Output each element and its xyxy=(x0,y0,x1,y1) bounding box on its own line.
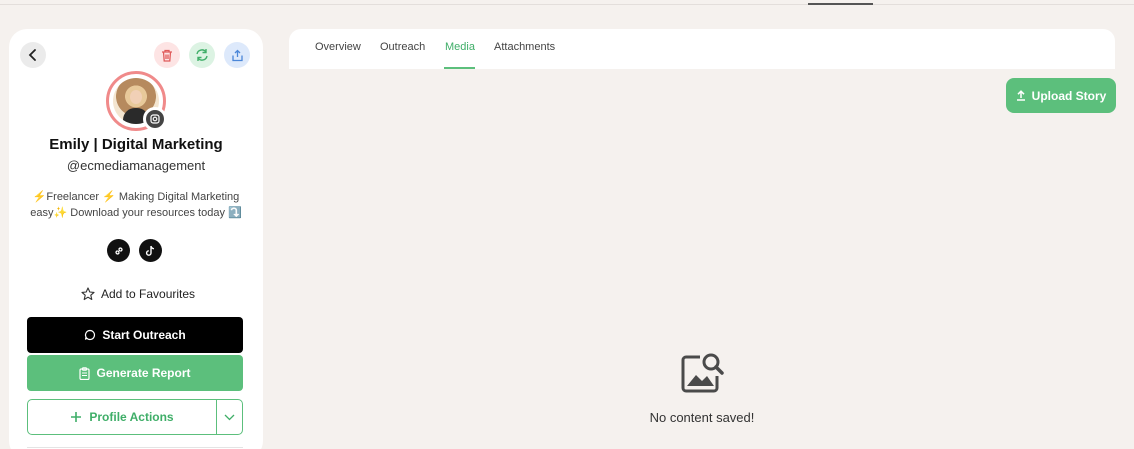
tab-outreach[interactable]: Outreach xyxy=(380,41,425,53)
upload-story-button[interactable]: Upload Story xyxy=(1006,78,1116,113)
trash-icon xyxy=(162,49,172,62)
start-outreach-label: Start Outreach xyxy=(102,328,186,342)
refresh-icon xyxy=(196,49,208,61)
link-icon[interactable] xyxy=(107,239,130,262)
instagram-icon xyxy=(143,107,167,131)
profile-actions-dropdown: Profile Actions xyxy=(27,399,243,435)
refresh-button[interactable] xyxy=(189,42,215,68)
add-to-favourites-button[interactable]: Add to Favourites xyxy=(81,287,195,301)
profile-actions-label: Profile Actions xyxy=(89,410,174,424)
favourite-label: Add to Favourites xyxy=(101,287,196,301)
profile-actions-toggle[interactable] xyxy=(216,400,242,434)
back-icon xyxy=(28,49,36,61)
upload-icon xyxy=(1016,90,1025,101)
profile-name: Emily | Digital Marketing xyxy=(49,136,223,153)
star-icon xyxy=(81,287,95,301)
bio-line: easy✨ Download your resources today ⤵️ xyxy=(30,207,242,219)
tiktok-icon[interactable] xyxy=(139,239,162,262)
profile-sidebar: Emily | Digital Marketing @ecmediamanage… xyxy=(9,29,263,449)
start-outreach-button[interactable]: Start Outreach xyxy=(27,317,243,353)
empty-state-text: No content saved! xyxy=(649,410,755,425)
chat-icon xyxy=(85,329,96,341)
share-icon xyxy=(231,49,243,61)
clipboard-icon xyxy=(79,366,91,380)
chevron-down-icon xyxy=(224,414,235,420)
upload-story-label: Upload Story xyxy=(1031,88,1107,103)
image-search-icon xyxy=(680,350,726,399)
share-button[interactable] xyxy=(224,42,250,68)
plus-icon xyxy=(71,412,82,422)
active-tab-indicator xyxy=(444,67,475,69)
tab-bar: Overview Outreach Media Attachments xyxy=(289,29,1115,69)
profile-handle: @ecmediamanagement xyxy=(66,158,206,173)
tab-attachments[interactable]: Attachments xyxy=(494,41,555,53)
sidebar-divider xyxy=(27,447,243,448)
top-divider xyxy=(0,4,1134,5)
bio-line: ⚡Freelancer ⚡ Making Digital Marketing xyxy=(32,191,240,203)
tab-media[interactable]: Media xyxy=(445,41,475,53)
profile-bio: ⚡Freelancer ⚡ Making Digital Marketing e… xyxy=(23,189,249,221)
back-button[interactable] xyxy=(20,42,46,68)
delete-button[interactable] xyxy=(154,42,180,68)
generate-report-button[interactable]: Generate Report xyxy=(27,355,243,391)
top-scroll-indicator xyxy=(808,3,873,5)
profile-actions-button[interactable]: Profile Actions xyxy=(28,400,216,434)
generate-report-label: Generate Report xyxy=(96,366,191,380)
tab-overview[interactable]: Overview xyxy=(315,41,361,53)
